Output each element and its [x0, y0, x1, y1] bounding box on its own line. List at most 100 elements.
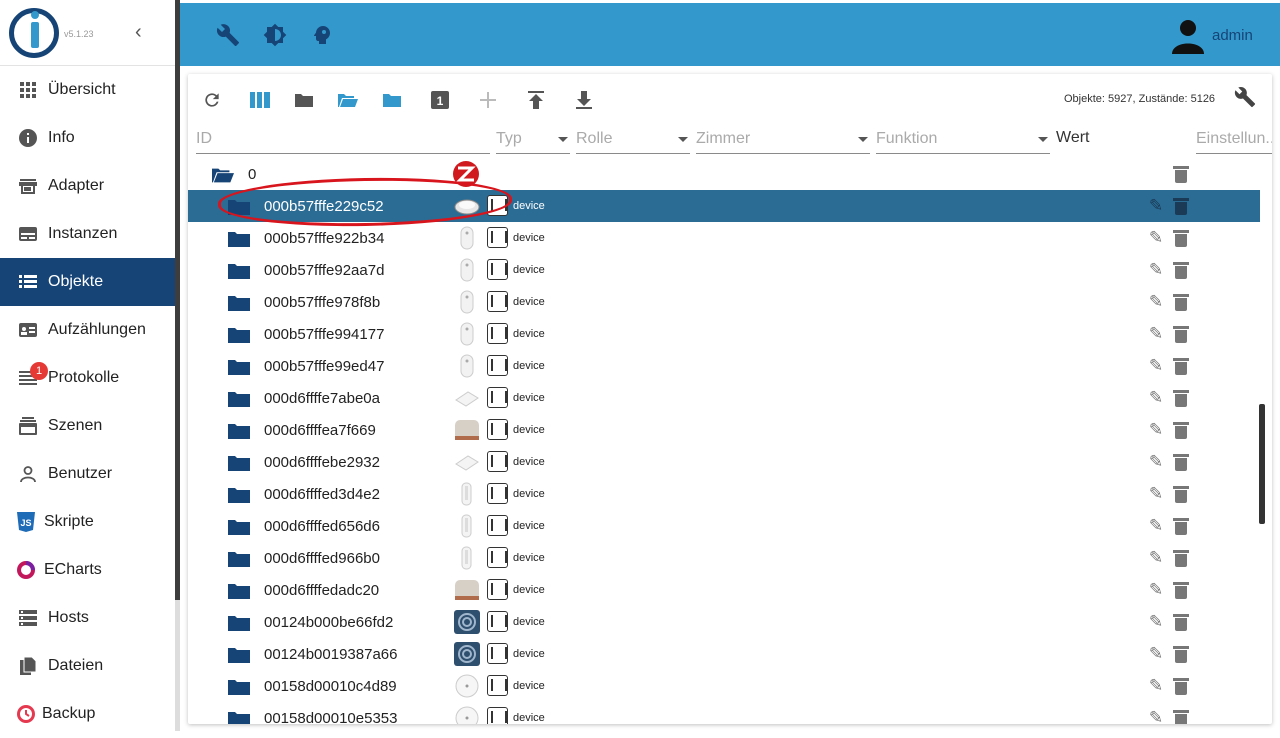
folder-icon[interactable] [228, 423, 250, 439]
edit-pencil-icon[interactable]: ✎ [1146, 196, 1166, 216]
id-filter-input[interactable]: ID [196, 126, 490, 154]
delete-icon[interactable] [1172, 516, 1190, 536]
room-filter-select[interactable]: Zimmer [696, 126, 870, 154]
sidebar-item-info[interactable]: Info [0, 114, 175, 162]
edit-pencil-icon[interactable]: ✎ [1146, 228, 1166, 248]
edit-pencil-icon[interactable]: ✎ [1146, 548, 1166, 568]
sidebar-item-szenen[interactable]: Szenen [0, 402, 175, 450]
edit-pencil-icon[interactable]: ✎ [1146, 388, 1166, 408]
refresh-icon[interactable] [200, 88, 224, 112]
role-filter-select[interactable]: Rolle [576, 126, 690, 154]
folder-icon[interactable] [228, 519, 250, 535]
edit-pencil-icon[interactable]: ✎ [1146, 324, 1166, 344]
brightness-icon[interactable] [262, 22, 288, 48]
edit-pencil-icon[interactable]: ✎ [1146, 580, 1166, 600]
delete-icon[interactable] [1172, 324, 1190, 344]
expand-level-icon[interactable]: 1 [428, 88, 452, 112]
sidebar-item-hosts[interactable]: Hosts [0, 594, 175, 642]
wrench-icon[interactable] [215, 22, 241, 48]
folder-icon[interactable] [228, 583, 250, 599]
sidebar-item-skripte[interactable]: JS Skripte [0, 498, 175, 546]
delete-icon[interactable] [1172, 420, 1190, 440]
delete-icon[interactable] [1172, 676, 1190, 696]
settings-wrench-icon[interactable] [1234, 86, 1256, 114]
columns-view-icon[interactable] [248, 88, 272, 112]
tree-row[interactable]: 000b57fffe99ed47 device ✎ [188, 350, 1260, 382]
sidebar-item-objekte[interactable]: Objekte [0, 258, 175, 306]
edit-pencil-icon[interactable]: ✎ [1146, 452, 1166, 472]
folder-icon[interactable] [228, 647, 250, 663]
tree-row[interactable]: 000b57fffe229c52 device ✎ [188, 190, 1260, 222]
delete-icon[interactable] [1172, 452, 1190, 472]
tree-row[interactable]: 000d6ffffed3d4e2 device ✎ [188, 478, 1260, 510]
sidebar-item-aufzaehlungen[interactable]: Aufzählungen [0, 306, 175, 354]
download-icon[interactable] [572, 88, 596, 112]
folder-open-icon[interactable] [212, 167, 234, 183]
tree-row[interactable]: 00124b000be66fd2 device ✎ [188, 606, 1260, 638]
sidebar-item-instanzen[interactable]: Instanzen [0, 210, 175, 258]
folder-icon[interactable] [228, 551, 250, 567]
folder-icon[interactable] [228, 295, 250, 311]
edit-pencil-icon[interactable]: ✎ [1146, 708, 1166, 724]
sidebar-item-adapter[interactable]: Adapter [0, 162, 175, 210]
folder-expand-icon[interactable] [380, 88, 404, 112]
tree-row[interactable]: 00158d00010c4d89 device ✎ [188, 670, 1260, 702]
tree-row[interactable]: 000d6ffffe7abe0a device ✎ [188, 382, 1260, 414]
folder-icon[interactable] [228, 615, 250, 631]
delete-icon[interactable] [1172, 612, 1190, 632]
folder-icon[interactable] [228, 711, 250, 724]
folder-icon[interactable] [228, 487, 250, 503]
account-icon[interactable] [1170, 18, 1206, 59]
edit-pencil-icon[interactable]: ✎ [1146, 420, 1166, 440]
delete-icon[interactable] [1172, 388, 1190, 408]
expert-mode-head-icon[interactable] [309, 22, 335, 48]
tree-row[interactable]: 000d6ffffed656d6 device ✎ [188, 510, 1260, 542]
folder-icon[interactable] [228, 455, 250, 471]
edit-pencil-icon[interactable]: ✎ [1146, 292, 1166, 312]
folder-icon[interactable] [228, 679, 250, 695]
tree-root-row[interactable]: 0 [188, 158, 1260, 190]
tree-row[interactable]: 000d6ffffed966b0 device ✎ [188, 542, 1260, 574]
folder-icon[interactable] [228, 359, 250, 375]
tree-row[interactable]: 000d6ffffedadc20 device ✎ [188, 574, 1260, 606]
edit-pencil-icon[interactable]: ✎ [1146, 516, 1166, 536]
tree-row[interactable]: 00124b0019387a66 device ✎ [188, 638, 1260, 670]
edit-pencil-icon[interactable]: ✎ [1146, 356, 1166, 376]
edit-pencil-icon[interactable]: ✎ [1146, 260, 1166, 280]
folder-icon[interactable] [228, 327, 250, 343]
folder-icon[interactable] [228, 231, 250, 247]
sidebar-item-benutzer[interactable]: Benutzer [0, 450, 175, 498]
type-filter-select[interactable]: Typ [496, 126, 570, 154]
delete-icon[interactable] [1172, 548, 1190, 568]
edit-pencil-icon[interactable]: ✎ [1146, 612, 1166, 632]
delete-icon[interactable] [1172, 196, 1190, 216]
delete-icon[interactable] [1172, 644, 1190, 664]
delete-icon[interactable] [1172, 356, 1190, 376]
function-filter-select[interactable]: Funktion [876, 126, 1050, 154]
folder-icon[interactable] [228, 263, 250, 279]
delete-icon[interactable] [1172, 260, 1190, 280]
folder-icon[interactable] [228, 391, 250, 407]
delete-icon[interactable] [1172, 580, 1190, 600]
folder-open-icon[interactable] [336, 88, 360, 112]
delete-icon[interactable] [1172, 484, 1190, 504]
tree-row[interactable]: 000d6ffffebe2932 device ✎ [188, 446, 1260, 478]
username-label[interactable]: admin [1212, 27, 1253, 44]
sidebar-item-uebersicht[interactable]: Übersicht [0, 66, 175, 114]
delete-icon[interactable] [1172, 164, 1190, 184]
tree-row[interactable]: 000d6ffffea7f669 device ✎ [188, 414, 1260, 446]
upload-icon[interactable] [524, 88, 548, 112]
sidebar-item-protokolle[interactable]: 1 Protokolle [0, 354, 175, 402]
delete-icon[interactable] [1172, 292, 1190, 312]
edit-pencil-icon[interactable]: ✎ [1146, 484, 1166, 504]
sidebar-item-dateien[interactable]: Dateien [0, 642, 175, 690]
collapse-sidebar-icon[interactable]: ‹ [135, 22, 142, 42]
sidebar-item-echarts[interactable]: ECharts [0, 546, 175, 594]
tree-row[interactable]: 000b57fffe92aa7d device ✎ [188, 254, 1260, 286]
delete-icon[interactable] [1172, 228, 1190, 248]
edit-pencil-icon[interactable]: ✎ [1146, 644, 1166, 664]
tree-row[interactable]: 000b57fffe978f8b device ✎ [188, 286, 1260, 318]
tree-row[interactable]: 000b57fffe994177 device ✎ [188, 318, 1260, 350]
delete-icon[interactable] [1172, 708, 1190, 724]
tree-row[interactable]: 000b57fffe922b34 device ✎ [188, 222, 1260, 254]
